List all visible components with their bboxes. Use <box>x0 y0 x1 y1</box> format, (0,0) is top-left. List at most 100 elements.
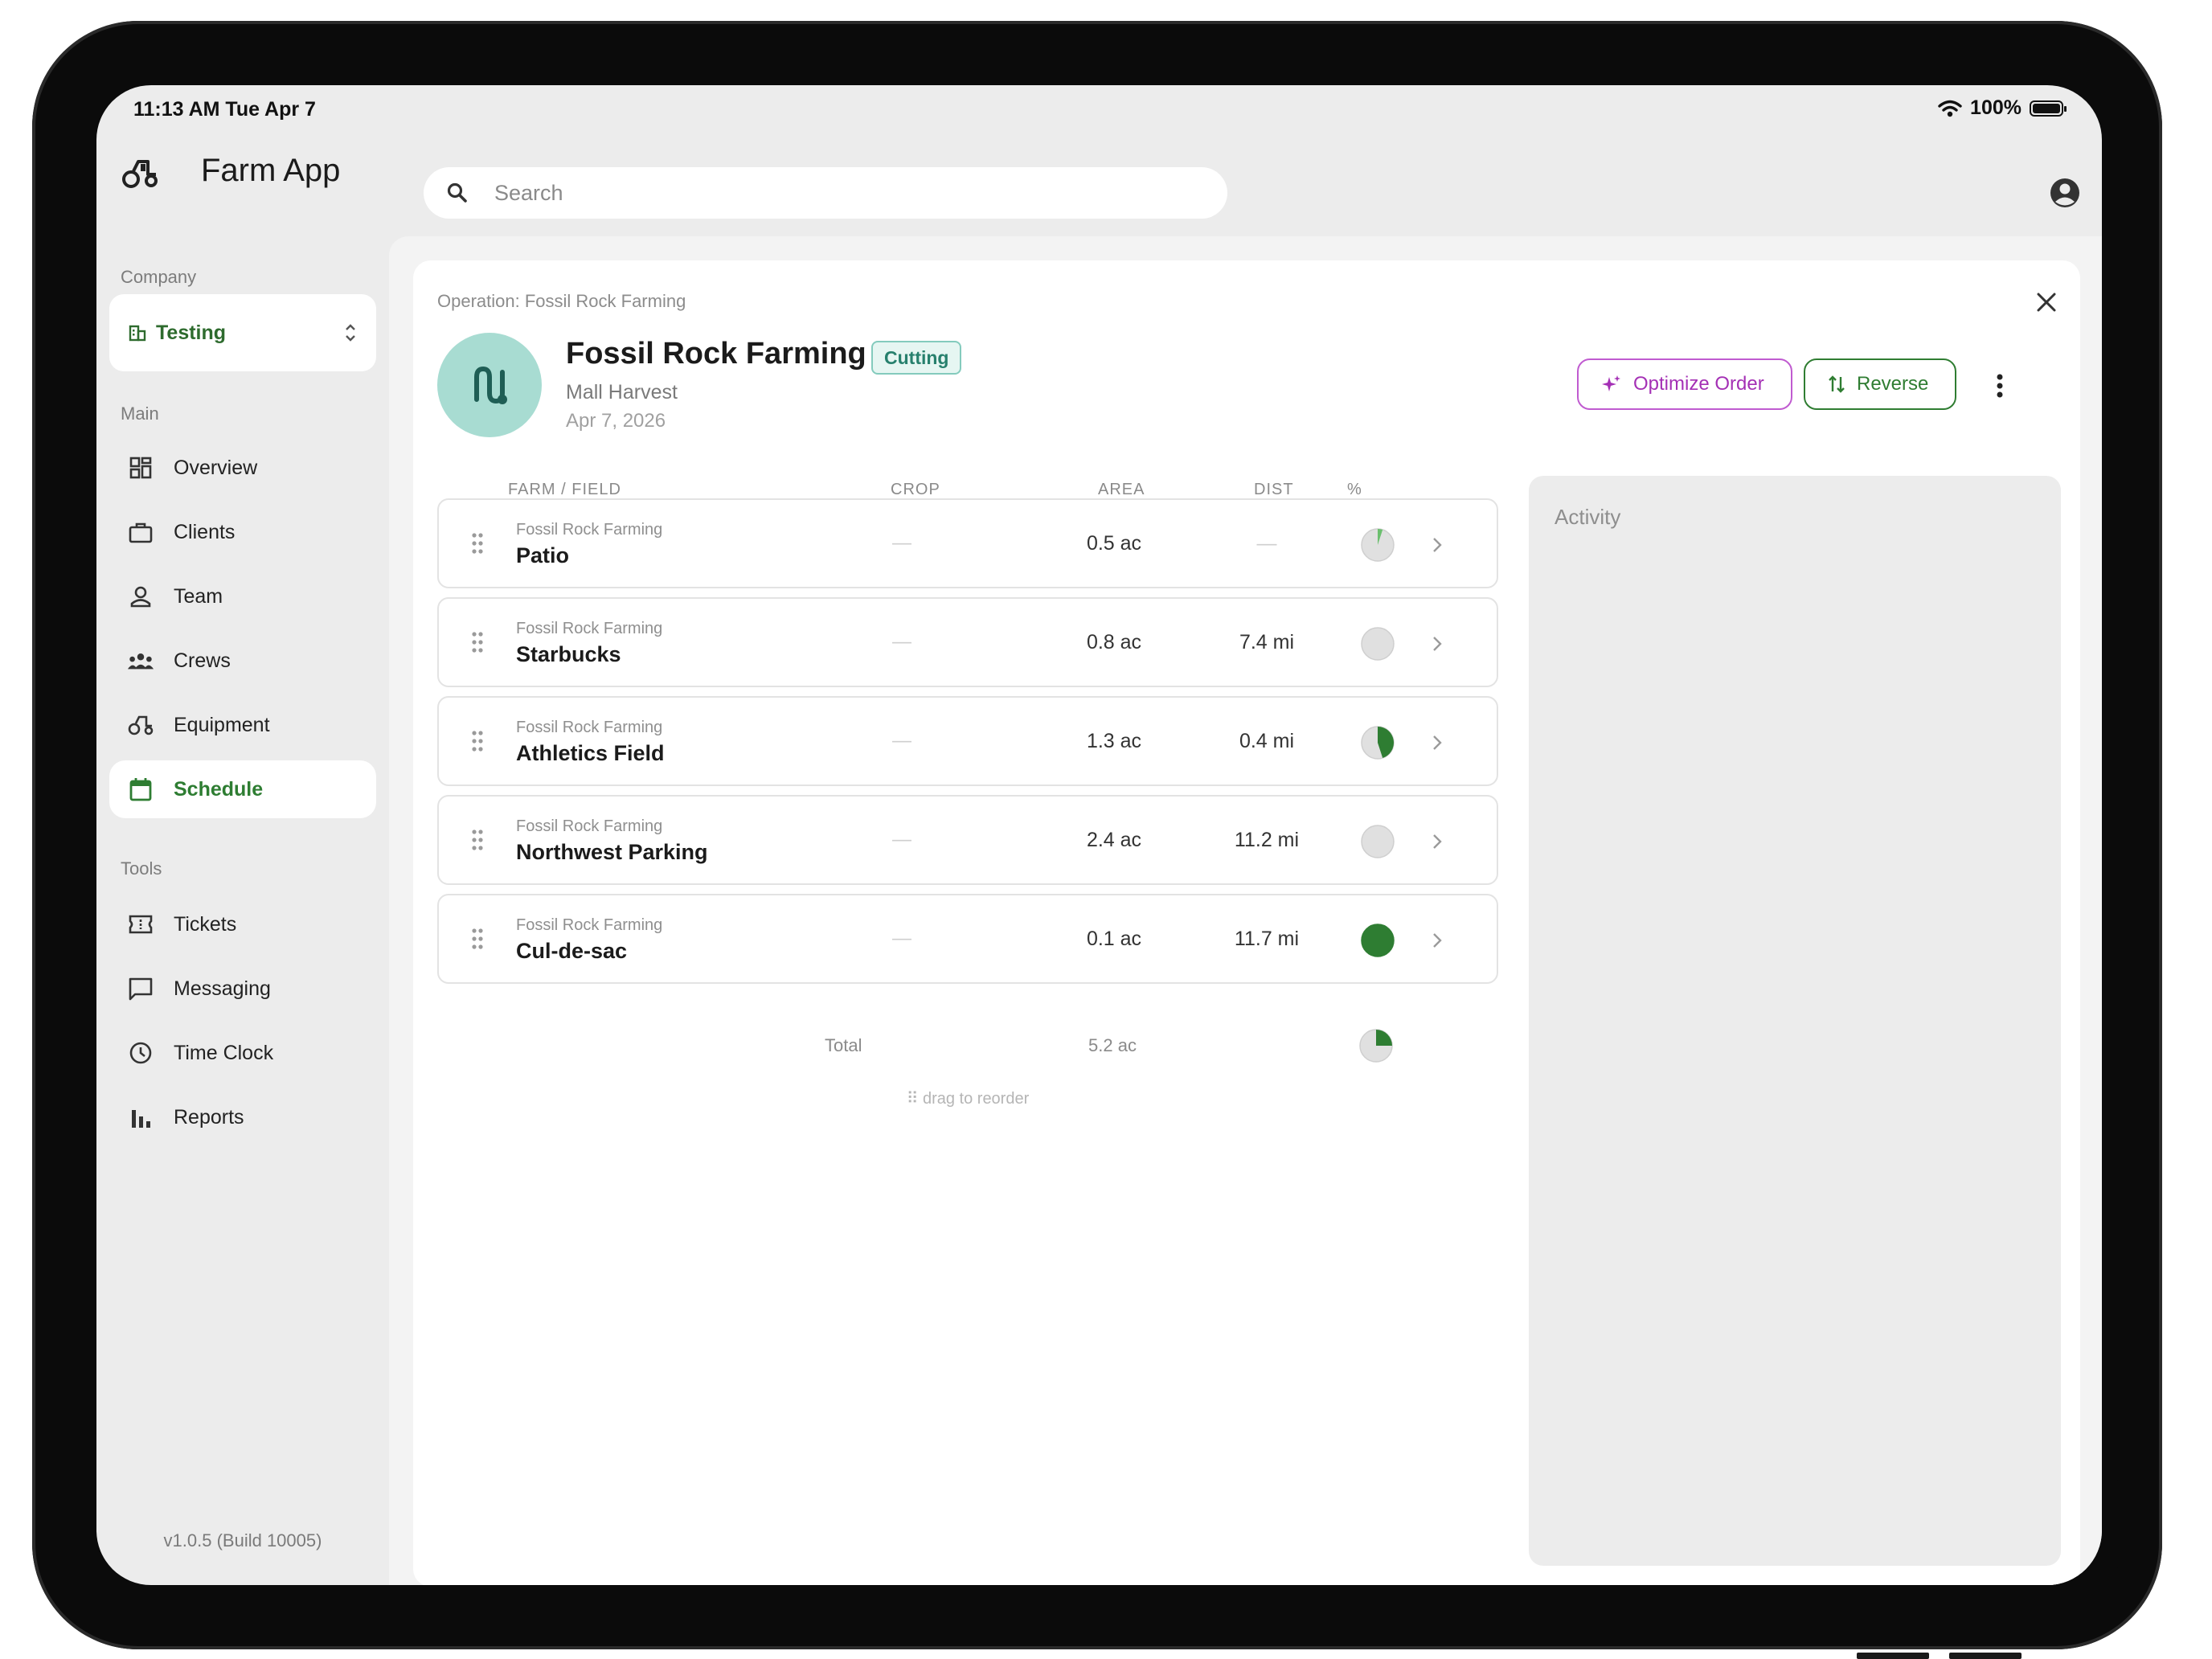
nav-schedule[interactable]: Schedule <box>109 760 376 818</box>
operation-avatar <box>437 333 542 437</box>
row-distance: 11.7 mi <box>1234 928 1300 950</box>
row-area: 0.5 ac <box>1086 532 1142 555</box>
battery-icon <box>2030 100 2067 117</box>
operation-title: Fossil Rock Farming <box>566 337 866 371</box>
table-row[interactable]: Fossil Rock Farming Athletics Field — 1.… <box>437 696 1498 786</box>
row-progress-pie <box>1360 725 1395 760</box>
total-label: Total <box>825 1035 862 1055</box>
nav-clients[interactable]: Clients <box>109 503 376 561</box>
drag-handle-icon[interactable] <box>471 730 484 752</box>
person-icon <box>127 583 154 610</box>
nav-label: Clients <box>174 520 236 543</box>
swap-vertical-icon <box>1829 375 1845 393</box>
row-crop: — <box>892 631 911 653</box>
drag-handle-icon[interactable] <box>471 631 484 653</box>
chevron-right-icon[interactable] <box>1431 534 1444 556</box>
nav-crews[interactable]: Crews <box>109 632 376 690</box>
chevron-right-icon[interactable] <box>1431 830 1444 853</box>
nav-time-clock[interactable]: Time Clock <box>109 1024 376 1082</box>
group-icon <box>127 647 154 674</box>
optimize-order-label: Optimize Order <box>1633 373 1764 395</box>
chevron-right-icon[interactable] <box>1431 633 1444 655</box>
total-progress-pie <box>1359 1029 1393 1063</box>
optimize-order-button[interactable]: Optimize Order <box>1577 358 1792 410</box>
nav-label: Reports <box>174 1105 244 1129</box>
drag-handle-icon[interactable] <box>471 829 484 851</box>
total-area: 5.2 ac <box>1088 1035 1137 1055</box>
hardware-edge <box>1857 1653 1929 1659</box>
wifi-icon <box>1938 100 1962 117</box>
main-section-label: Main <box>121 403 159 424</box>
account-icon[interactable] <box>2049 177 2081 209</box>
nav-label: Schedule <box>174 777 264 801</box>
tractor-icon <box>127 711 154 739</box>
status-right: 100% <box>1938 96 2067 120</box>
sparkle-icon <box>1602 375 1620 391</box>
drag-handle-icon[interactable] <box>471 532 484 555</box>
row-distance: — <box>1256 532 1277 555</box>
nav-label: Messaging <box>174 977 271 1000</box>
row-farm-name: Fossil Rock Farming <box>516 521 663 539</box>
nav-overview[interactable]: Overview <box>109 439 376 497</box>
hardware-button <box>2116 1480 2122 1568</box>
more-options-icon[interactable] <box>1995 373 2005 399</box>
app-version: v1.0.5 (Build 10005) <box>163 1530 322 1550</box>
close-icon[interactable] <box>2030 286 2062 318</box>
nav-reports[interactable]: Reports <box>109 1088 376 1146</box>
row-progress-pie <box>1360 527 1395 563</box>
table-row[interactable]: Fossil Rock Farming Patio — 0.5 ac — <box>437 498 1498 588</box>
nav-label: Tickets <box>174 912 237 936</box>
row-farm-name: Fossil Rock Farming <box>516 620 663 637</box>
column-header-field: FARM / FIELD <box>508 481 621 498</box>
nav-label: Overview <box>174 456 258 479</box>
row-area: 2.4 ac <box>1086 829 1142 851</box>
row-field-name: Cul-de-sac <box>516 939 628 963</box>
grid-icon <box>127 454 154 481</box>
search-input[interactable] <box>493 179 1179 207</box>
nav-team[interactable]: Team <box>109 567 376 625</box>
table-row[interactable]: Fossil Rock Farming Northwest Parking — … <box>437 795 1498 885</box>
company-section-label: Company <box>121 267 197 287</box>
search-bar[interactable] <box>424 167 1227 219</box>
nav-equipment[interactable]: Equipment <box>109 696 376 754</box>
company-selector[interactable]: Testing <box>109 294 376 371</box>
company-name: Testing <box>156 321 227 344</box>
row-area: 1.3 ac <box>1086 730 1142 752</box>
chevron-updown-icon <box>346 324 355 342</box>
nav-label: Equipment <box>174 713 270 736</box>
nav-messaging[interactable]: Messaging <box>109 960 376 1018</box>
row-progress-pie <box>1360 923 1395 958</box>
reverse-button[interactable]: Reverse <box>1804 358 1956 410</box>
row-progress-pie <box>1360 824 1395 859</box>
nav-label: Team <box>174 584 223 608</box>
row-farm-name: Fossil Rock Farming <box>516 719 663 736</box>
status-badge: Cutting <box>871 341 962 375</box>
row-progress-pie <box>1360 626 1395 662</box>
clock-icon <box>127 1039 154 1067</box>
table-row[interactable]: Fossil Rock Farming Cul-de-sac — 0.1 ac … <box>437 894 1498 984</box>
briefcase-icon <box>127 518 154 546</box>
operation-subtitle: Mall Harvest <box>566 381 678 403</box>
row-crop: — <box>892 532 911 554</box>
table-row[interactable]: Fossil Rock Farming Starbucks — 0.8 ac 7… <box>437 597 1498 687</box>
bar-chart-icon <box>127 1104 154 1131</box>
column-header-dist: DIST <box>1254 481 1294 498</box>
row-field-name: Patio <box>516 543 570 567</box>
status-time: 11:13 AM Tue Apr 7 <box>133 98 316 121</box>
building-icon <box>129 325 146 342</box>
screen: 11:13 AM Tue Apr 7 100% Farm App Search … <box>96 85 2102 1585</box>
row-field-name: Starbucks <box>516 642 621 666</box>
row-field-name: Northwest Parking <box>516 840 708 864</box>
nav-label: Crews <box>174 649 231 672</box>
row-farm-name: Fossil Rock Farming <box>516 916 663 934</box>
chevron-right-icon[interactable] <box>1431 731 1444 754</box>
drag-handle-icon[interactable] <box>471 928 484 950</box>
route-icon <box>474 366 507 404</box>
ticket-icon <box>127 911 154 938</box>
nav-tickets[interactable]: Tickets <box>109 895 376 953</box>
battery-percent: 100% <box>1970 96 2022 119</box>
row-distance: 11.2 mi <box>1234 829 1300 851</box>
chevron-right-icon[interactable] <box>1431 929 1444 952</box>
calendar-icon <box>127 776 154 803</box>
reverse-label: Reverse <box>1857 373 1929 395</box>
